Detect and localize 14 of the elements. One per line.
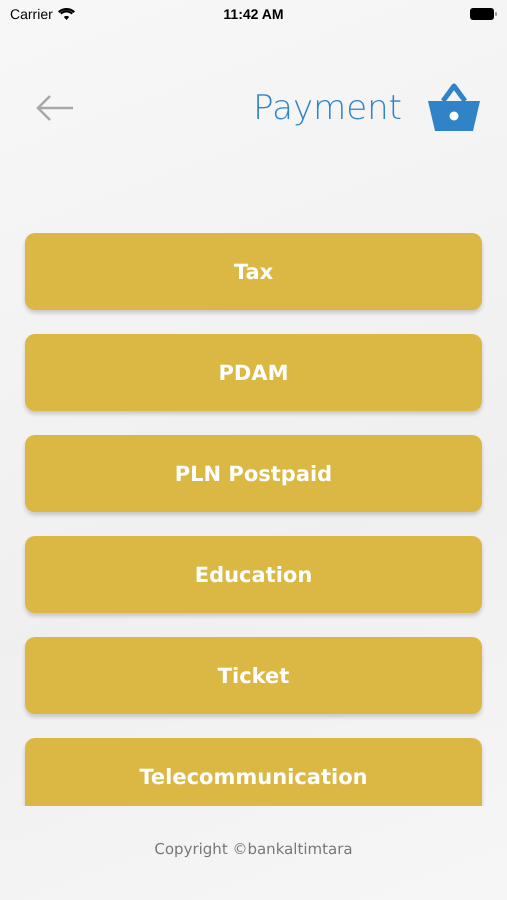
battery-icon — [470, 8, 497, 20]
payment-option-button[interactable]: Telecommunication — [25, 738, 482, 806]
wifi-icon — [58, 8, 75, 20]
page-title: Payment — [253, 88, 402, 128]
payment-option-button[interactable]: Ticket — [25, 637, 482, 714]
payment-option-button[interactable]: PDAM — [25, 334, 482, 411]
copyright-text: Copyright ©bankaltimtara — [154, 840, 353, 858]
payment-option-button[interactable]: PLN Postpaid — [25, 435, 482, 512]
clock-time: 11:42 AM — [223, 6, 284, 22]
basket-icon[interactable] — [426, 83, 482, 133]
back-button[interactable] — [36, 95, 74, 121]
payment-option-button[interactable]: Tax — [25, 233, 482, 310]
carrier-label: Carrier — [10, 6, 53, 22]
payment-option-button[interactable]: Education — [25, 536, 482, 613]
